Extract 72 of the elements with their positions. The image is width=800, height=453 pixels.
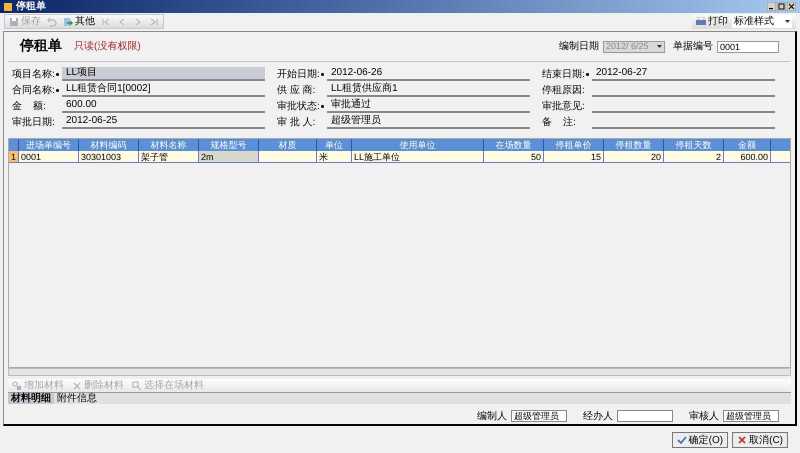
- field-label: 停租原因:: [542, 84, 582, 98]
- table-cell: 30301003: [79, 151, 139, 162]
- input-field[interactable]: 超级管理员: [511, 410, 567, 422]
- number-label: 单据编号: [673, 40, 713, 54]
- field-label: 审批日期:: [12, 116, 52, 130]
- table-cell: LL施工单位: [352, 151, 484, 162]
- field-label: 结束日期:: [542, 68, 582, 82]
- printer-icon: [696, 17, 706, 26]
- field-label: 审核人: [689, 410, 719, 424]
- dialog-button[interactable]: 取消(C): [732, 432, 788, 448]
- delete-icon: [72, 380, 82, 390]
- date-field[interactable]: 2012/ 6/25: [603, 40, 665, 52]
- next-icon: [133, 16, 143, 26]
- window-title: 停租单: [16, 2, 46, 12]
- close-icon[interactable]: [787, 2, 796, 11]
- field-label: 编制人: [477, 410, 507, 424]
- field-label: 审 批 人:: [277, 116, 316, 130]
- read-only-notice: 只读(没有权限): [74, 40, 141, 54]
- field-value: 审批通过: [327, 99, 530, 113]
- window-icon: [4, 2, 12, 10]
- table-cell: 600.00: [724, 151, 771, 162]
- field-value: 600.00: [62, 99, 265, 113]
- style-select[interactable]: 标准样式: [732, 15, 792, 28]
- maximize-icon[interactable]: [777, 2, 786, 11]
- field-label: 备 注:: [542, 116, 577, 130]
- table-cell: 15: [544, 151, 604, 162]
- undo-icon: [47, 16, 57, 26]
- previous-icon: [117, 16, 127, 26]
- field-value: LL项目: [62, 67, 265, 81]
- floppy-icon: [9, 16, 19, 26]
- document-arrow-icon: [63, 16, 73, 26]
- input-field[interactable]: [617, 410, 673, 422]
- row-number: 1: [9, 151, 19, 162]
- cross-icon: [737, 435, 748, 445]
- number-field[interactable]: 0001: [717, 40, 779, 52]
- select-icon: [132, 380, 142, 390]
- tab[interactable]: 材料明细: [8, 393, 54, 404]
- table-cell: 50: [484, 151, 544, 162]
- form-title: 停租单: [20, 37, 62, 56]
- last-icon: [149, 16, 159, 26]
- field-label: 金 额:: [12, 100, 47, 114]
- input-field[interactable]: 超级管理员: [723, 410, 779, 422]
- dropdown-arrow-icon: [785, 20, 790, 23]
- field-value: 2012-06-25: [62, 115, 265, 129]
- field-label: 审批状态:: [277, 100, 317, 114]
- field-value: 2012-06-26: [327, 67, 530, 81]
- toolbar-button[interactable]: 其他: [63, 16, 95, 26]
- date-label: 编制日期: [559, 40, 599, 54]
- field-value: LL租赁合同1[0002]: [62, 83, 265, 97]
- table-cell: 2m: [199, 151, 259, 162]
- tab[interactable]: 附件信息: [54, 393, 100, 404]
- field-label: 开始日期:: [277, 68, 317, 82]
- minimize-icon[interactable]: [767, 2, 776, 11]
- table-cell: 20: [604, 151, 664, 162]
- dialog-button[interactable]: 确定(O): [672, 432, 728, 448]
- field-label: 供 应 商:: [277, 84, 316, 98]
- check-icon: [676, 435, 687, 445]
- table-cell: 0001: [19, 151, 79, 162]
- add-icon: [12, 380, 22, 390]
- table-cell: 米: [317, 151, 352, 162]
- table-cell: 2: [664, 151, 724, 162]
- field-value: 超级管理员: [327, 115, 530, 129]
- horizontal-scrollbar[interactable]: [8, 368, 791, 376]
- field-value: 2012-06-27: [592, 67, 775, 81]
- print-button[interactable]: 打印: [696, 16, 728, 26]
- field-value: LL租赁供应商1: [327, 83, 530, 97]
- field-label: 合同名称:: [12, 84, 52, 98]
- dropdown-arrow-icon: [657, 45, 662, 48]
- field-label: 审批意见:: [542, 100, 582, 114]
- field-label: 经办人: [583, 410, 613, 424]
- field-label: 项目名称:: [12, 68, 52, 82]
- first-icon: [101, 16, 111, 26]
